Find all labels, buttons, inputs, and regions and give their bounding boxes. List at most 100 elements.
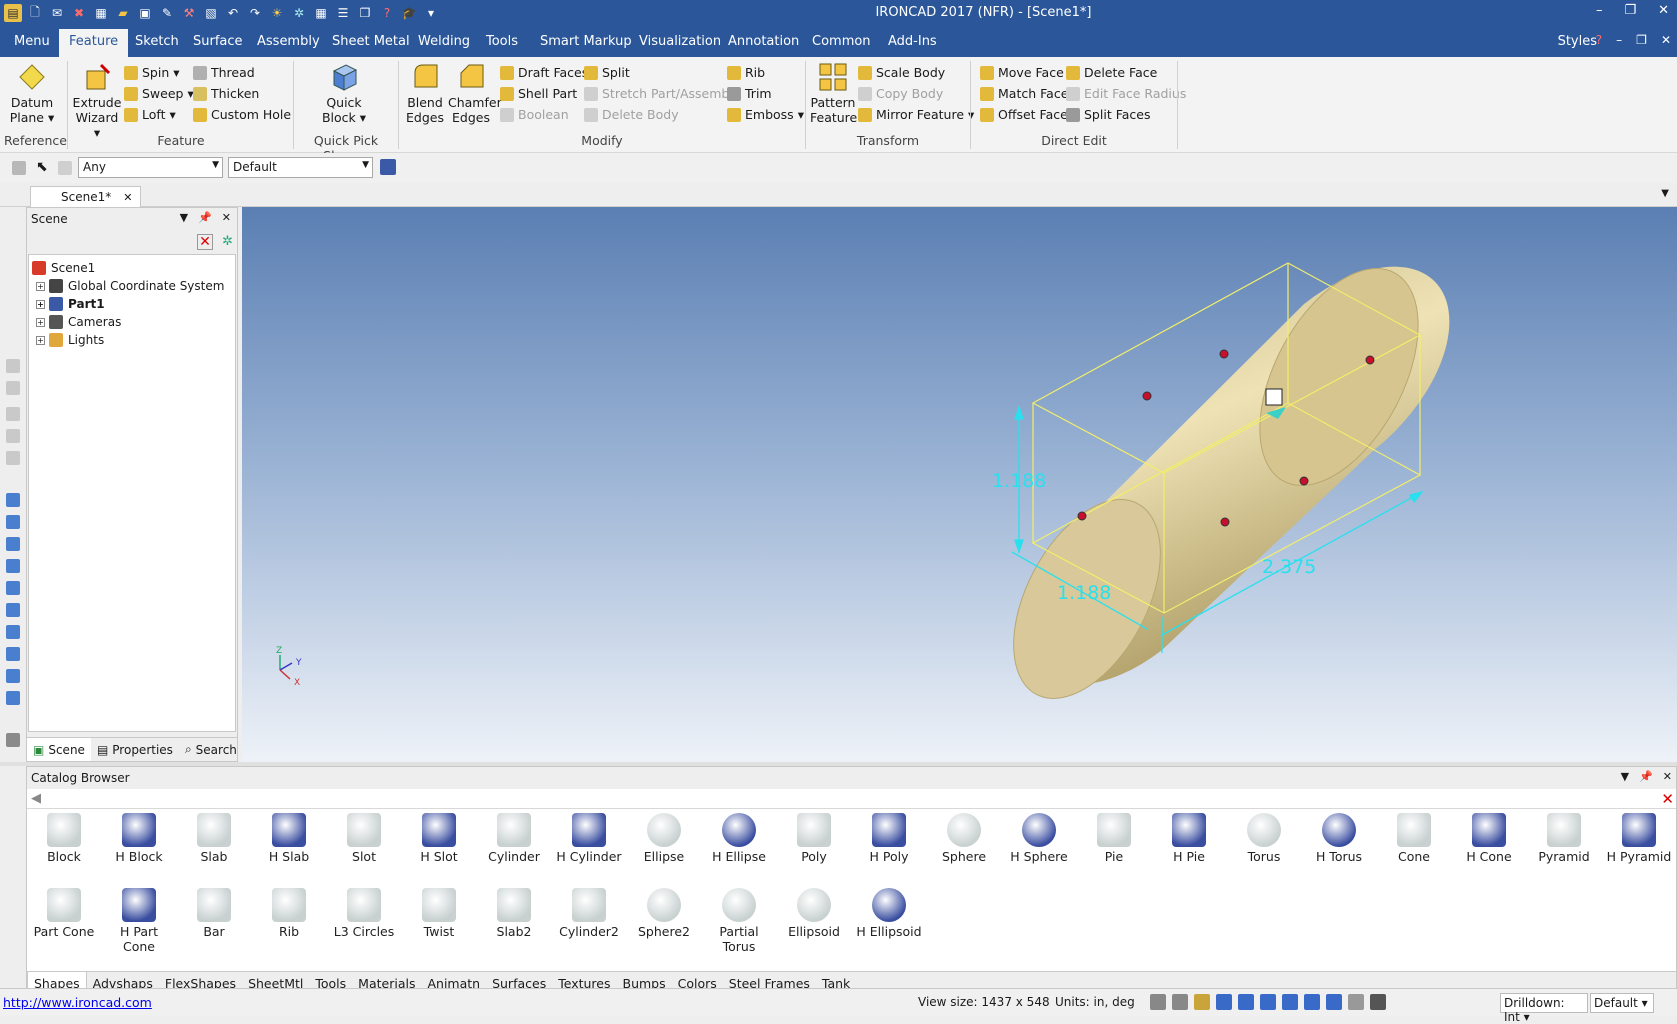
close-tab-icon[interactable]: ✕ (123, 191, 132, 204)
stretch-part-button[interactable]: Stretch Part/Assembly (584, 86, 740, 101)
catalog-item-slot[interactable]: Slot (328, 813, 400, 864)
tab-sketch[interactable]: Sketch (135, 34, 179, 49)
iso-view-icon[interactable] (6, 625, 20, 639)
catalog-item-slab[interactable]: Slab (178, 813, 250, 864)
split-button[interactable]: Split (584, 65, 630, 80)
pin-icon[interactable]: 📌 (198, 211, 212, 224)
pin-icon[interactable]: 📌 (1639, 770, 1653, 783)
close-doc-icon[interactable]: ✕ (1661, 33, 1671, 47)
back-arrow-icon[interactable]: ◀ (31, 791, 41, 806)
catalog-item-h-pyramid[interactable]: H Pyramid (1603, 813, 1675, 864)
blend-edges-button[interactable]: Blend Edges (404, 61, 446, 125)
catalog-item-h-ellipse[interactable]: H Ellipse (703, 813, 775, 864)
default-select[interactable]: Default ▾ (1590, 993, 1654, 1013)
custom-hole-button[interactable]: Custom Hole (193, 107, 291, 122)
tab-sheet-metal[interactable]: Sheet Metal (332, 34, 410, 49)
tree-node-part1[interactable]: + Part1 (29, 295, 235, 313)
style-combo[interactable]: Default ▼ (228, 157, 373, 178)
display-icon[interactable] (1304, 994, 1320, 1010)
offset-face-button[interactable]: Offset Face (980, 107, 1068, 122)
tab-surface[interactable]: Surface (193, 34, 243, 49)
catalog-item-ellipsoid[interactable]: Ellipsoid (778, 888, 850, 939)
quick-block-button[interactable]: Quick Block ▾ (318, 61, 370, 125)
split-faces-button[interactable]: Split Faces (1066, 107, 1150, 122)
restore-button[interactable]: ❐ (1624, 3, 1636, 18)
edit-face-radius-button[interactable]: Edit Face Radius (1066, 86, 1186, 101)
view-tool-icon[interactable] (6, 647, 20, 661)
tab-scene1[interactable]: Scene1* ✕ (30, 186, 142, 207)
minimize-doc-icon[interactable]: – (1616, 33, 1622, 47)
catalog-item-cylinder2[interactable]: Cylinder2 (553, 888, 625, 939)
front-view-icon[interactable] (6, 493, 20, 507)
view-tool-icon[interactable] (6, 381, 20, 395)
emboss-button[interactable]: Emboss ▾ (727, 107, 804, 122)
catalog-item-block[interactable]: Block (28, 813, 100, 864)
tab-menu[interactable]: Menu (14, 34, 50, 49)
zoom-window-icon[interactable] (1172, 994, 1188, 1010)
copy-body-button[interactable]: Copy Body (858, 86, 943, 101)
3d-viewport[interactable]: 1.188 1.188 2.375 Z Y X (242, 207, 1677, 762)
catalog-item-h-cylinder[interactable]: H Cylinder (553, 813, 625, 864)
dropdown-icon[interactable]: ▼ (1621, 770, 1629, 783)
scale-body-button[interactable]: Scale Body (858, 65, 945, 80)
catalog-item-bar[interactable]: Bar (178, 888, 250, 939)
catalog-item-slab2[interactable]: Slab2 (478, 888, 550, 939)
filter-icon[interactable]: ✲ (222, 234, 233, 249)
tab-assembly[interactable]: Assembly (257, 34, 320, 49)
tab-smart-markup[interactable]: Smart Markup (540, 34, 632, 49)
view-tool-icon[interactable] (6, 359, 20, 373)
view-tool-icon[interactable] (6, 451, 20, 465)
cylinder-part[interactable] (983, 243, 1451, 723)
catalog-item-part-cone[interactable]: Part Cone (28, 888, 100, 939)
select-filter-icon[interactable] (12, 161, 26, 175)
view-tool-icon[interactable] (6, 669, 20, 683)
spin-button[interactable]: Spin ▾ (124, 65, 180, 80)
shading-icon[interactable] (1260, 994, 1276, 1010)
catalog-item-poly[interactable]: Poly (778, 813, 850, 864)
website-link[interactable]: http://www.ironcad.com (3, 995, 152, 1010)
rib-button[interactable]: Rib (727, 65, 765, 80)
dimension-width[interactable]: 1.188 (1057, 582, 1111, 604)
catalog-item-l3-circles[interactable]: L3 Circles (328, 888, 400, 939)
tab-common[interactable]: Common (812, 34, 871, 49)
dropdown-icon[interactable]: ▼ (180, 211, 188, 224)
restore-doc-icon[interactable]: ❐ (1636, 33, 1647, 47)
catalog-item-torus[interactable]: Torus (1228, 813, 1300, 864)
select-box-icon[interactable] (58, 161, 72, 175)
catalog-item-h-ellipsoid[interactable]: H Ellipsoid (853, 888, 925, 939)
fit-icon[interactable] (1194, 994, 1210, 1010)
tab-search[interactable]: ⌕ Search (179, 738, 243, 761)
dimension-length[interactable]: 2.375 (1262, 556, 1316, 578)
mirror-feature-button[interactable]: Mirror Feature ▾ (858, 107, 974, 122)
bottom-view-icon[interactable] (6, 603, 20, 617)
catalog-item-rib[interactable]: Rib (253, 888, 325, 939)
catalog-item-ellipse[interactable]: Ellipse (628, 813, 700, 864)
catalog-item-partial-torus[interactable]: Partial Torus (703, 888, 775, 954)
tab-welding[interactable]: Welding (418, 34, 470, 49)
tab-list-icon[interactable]: ▼ (1661, 188, 1669, 199)
anchor-handle[interactable] (1265, 388, 1283, 406)
boolean-button[interactable]: Boolean (500, 107, 569, 122)
dimension-height[interactable]: 1.188 (992, 470, 1046, 492)
catalog-item-h-slab[interactable]: H Slab (253, 813, 325, 864)
catalog-item-h-poly[interactable]: H Poly (853, 813, 925, 864)
tree-node-lights[interactable]: + Lights (29, 331, 235, 349)
filter-combo[interactable]: Any ▼ (78, 157, 223, 178)
orbit-icon[interactable] (1238, 994, 1254, 1010)
shell-part-button[interactable]: Shell Part (500, 86, 577, 101)
datum-plane-button[interactable]: Datum Plane ▾ (8, 61, 56, 125)
back-view-icon[interactable] (6, 515, 20, 529)
select-icon[interactable] (1370, 994, 1386, 1010)
expand-icon[interactable]: + (36, 299, 45, 309)
chamfer-edges-button[interactable]: Chamfer Edges (448, 61, 502, 125)
tree-node-cameras[interactable]: + Cameras (29, 313, 235, 331)
view-tool-icon[interactable] (6, 407, 20, 421)
perspective-icon[interactable] (1326, 994, 1342, 1010)
hierarchy-icon[interactable] (380, 159, 396, 175)
tab-visualization[interactable]: Visualization (639, 34, 721, 49)
expand-icon[interactable]: + (36, 317, 45, 327)
catalog-item-h-part-cone[interactable]: H Part Cone (103, 888, 175, 954)
catalog-item-twist[interactable]: Twist (403, 888, 475, 939)
tab-annotation[interactable]: Annotation (728, 34, 799, 49)
catalog-item-pyramid[interactable]: Pyramid (1528, 813, 1600, 864)
